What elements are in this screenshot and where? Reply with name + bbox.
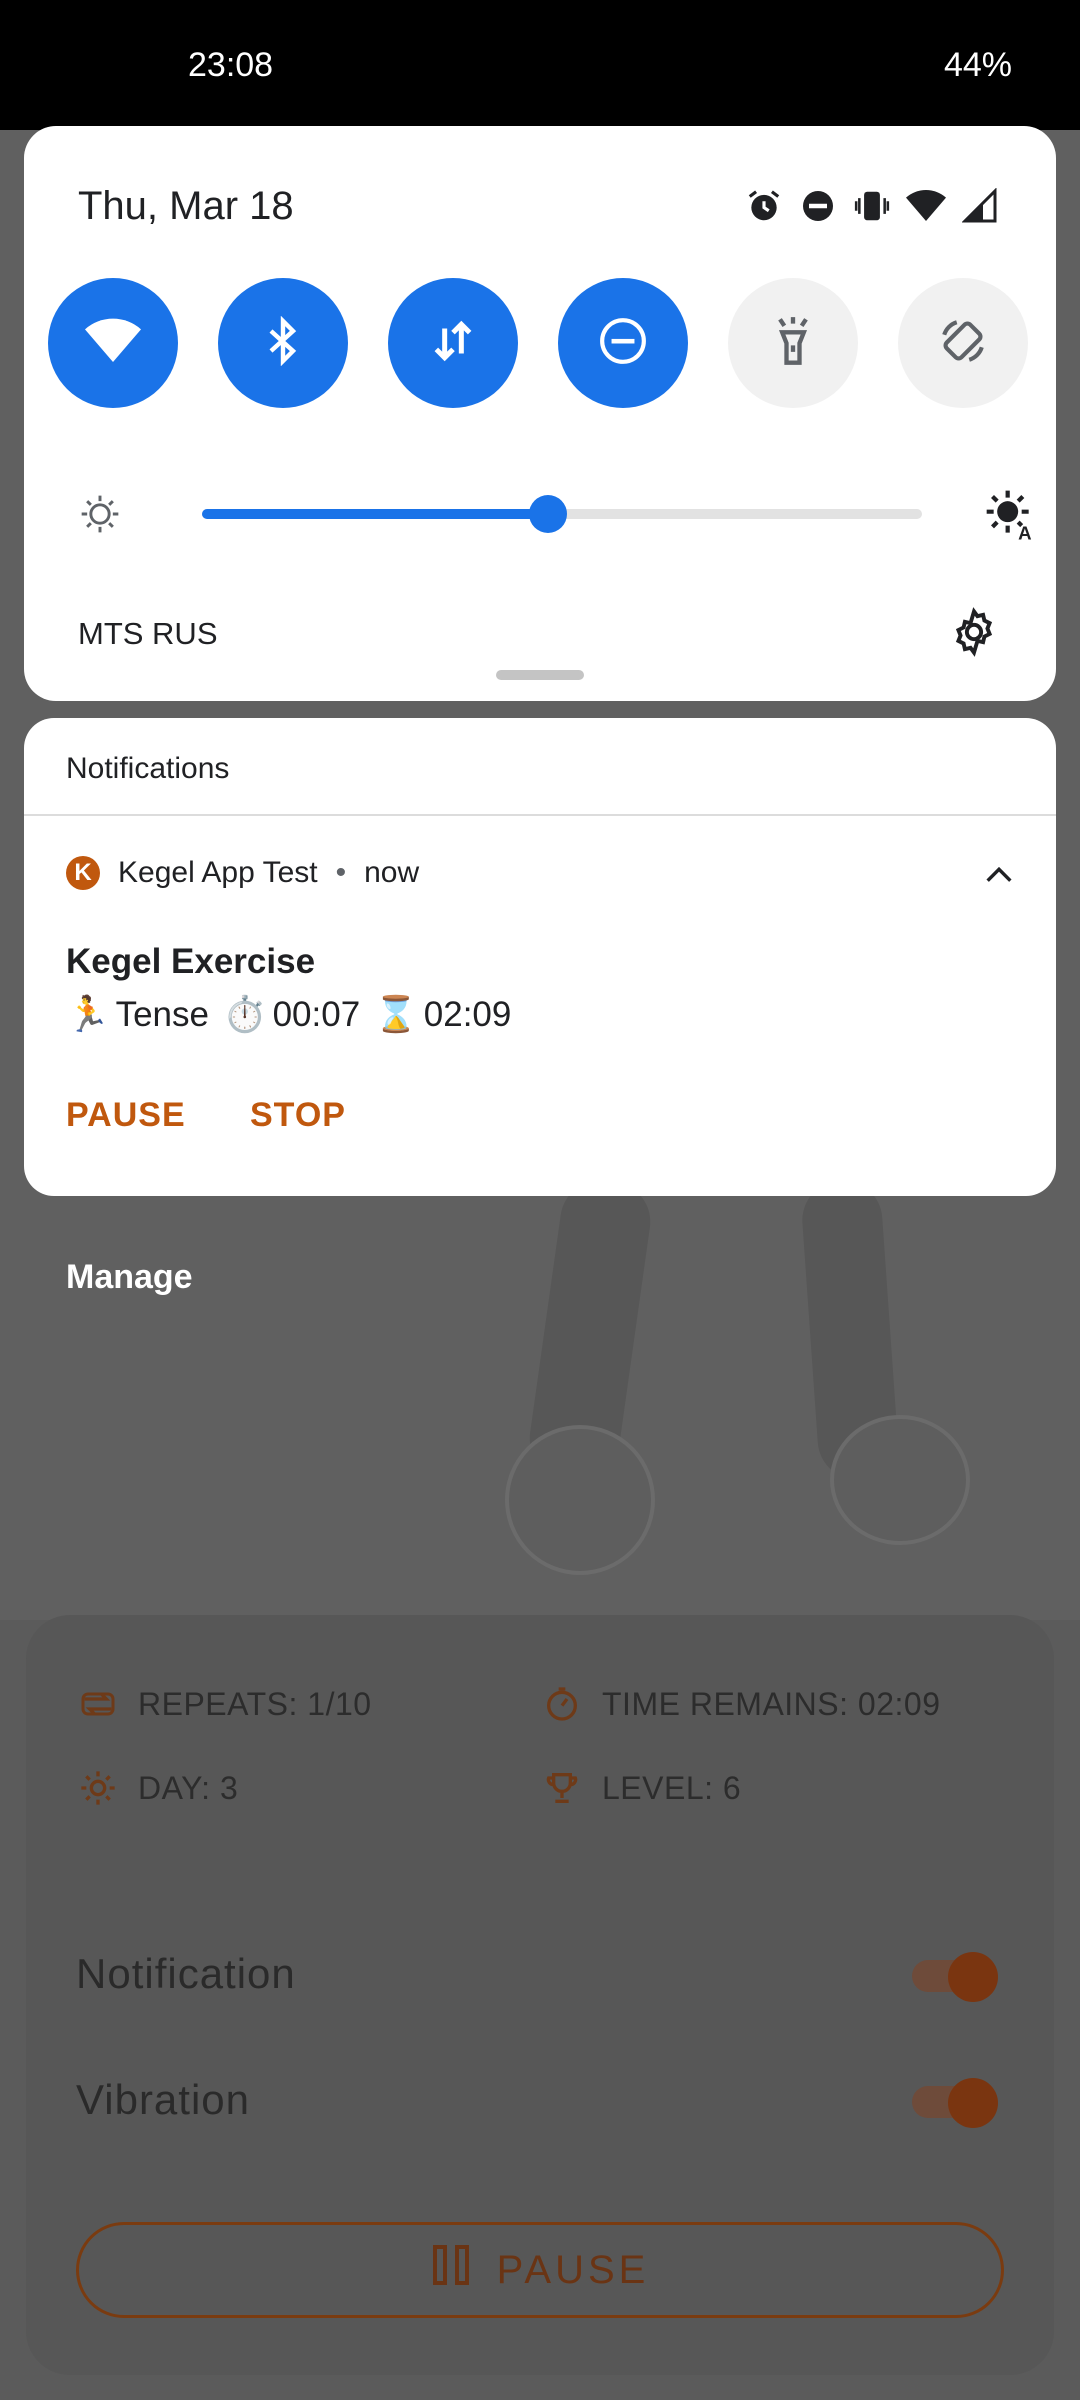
bluetooth-tile[interactable] xyxy=(218,278,348,408)
repeats-stat: REPEATS: 1/10 xyxy=(76,1682,372,1726)
sun-icon xyxy=(76,1766,120,1810)
app-name: Kegel App Test xyxy=(118,856,318,889)
brightness-control: A xyxy=(78,476,1038,552)
dnd-icon xyxy=(598,316,648,371)
notification-time: now xyxy=(364,856,420,889)
notifications-title: Notifications xyxy=(66,752,230,785)
quick-tiles xyxy=(48,278,1032,408)
svg-text:A: A xyxy=(1018,523,1031,542)
level-text: LEVEL: 6 xyxy=(602,1769,742,1806)
clock: 23:08 xyxy=(188,46,274,84)
timer-icon xyxy=(540,1682,584,1726)
status-bar: 23:08 44% xyxy=(0,0,1080,130)
flashlight-tile[interactable] xyxy=(728,278,858,408)
repeats-text: REPEATS: 1/10 xyxy=(138,1685,372,1722)
mobile-data-tile[interactable] xyxy=(388,278,518,408)
remaining-time: 02:09 xyxy=(423,994,512,1034)
notification-setting-label: Notification xyxy=(76,1950,296,1997)
level-stat: LEVEL: 6 xyxy=(540,1766,741,1810)
flashlight-icon xyxy=(771,315,815,372)
elapsed-time: 00:07 xyxy=(272,994,361,1034)
shoe-left xyxy=(505,1425,655,1575)
settings-gear-icon[interactable] xyxy=(948,606,1000,658)
date-label: Thu, Mar 18 xyxy=(78,184,294,228)
chevron-up-icon[interactable] xyxy=(982,860,1016,890)
status-icons xyxy=(744,186,1000,226)
stop-action-button[interactable]: STOP xyxy=(250,1096,346,1135)
vibrate-icon xyxy=(852,186,892,226)
background-pause-button[interactable]: PAUSE xyxy=(76,2222,1004,2318)
phase-text: Tense xyxy=(115,994,209,1034)
quick-settings-panel: Thu, Mar 18 A MTS RUS xyxy=(24,126,1056,701)
pause-icon xyxy=(431,2243,471,2297)
drag-handle[interactable] xyxy=(496,670,584,680)
battery-level: 44% xyxy=(943,46,1012,84)
wifi-icon xyxy=(906,186,946,226)
vibration-toggle[interactable] xyxy=(912,2078,1002,2128)
day-text: DAY: 3 xyxy=(138,1769,239,1806)
bluetooth-icon xyxy=(263,315,303,371)
auto-rotate-tile[interactable] xyxy=(898,278,1028,408)
time-remains-stat: TIME REMAINS: 02:09 xyxy=(540,1682,940,1726)
background-pause-label: PAUSE xyxy=(496,2247,650,2292)
manage-notifications-button[interactable]: Manage xyxy=(66,1258,193,1297)
carrier-name: MTS RUS xyxy=(78,616,218,651)
notification-app-row: K Kegel App Test • now xyxy=(66,856,419,890)
rotate-icon xyxy=(938,316,988,371)
notification-card[interactable]: K Kegel App Test • now Kegel Exercise 🏃 … xyxy=(24,816,1056,1196)
dnd-icon xyxy=(798,186,838,226)
alarm-icon xyxy=(744,186,784,226)
stopwatch-emoji: ⏱️ xyxy=(223,995,267,1034)
pause-action-button[interactable]: PAUSE xyxy=(66,1096,186,1135)
wifi-icon xyxy=(85,317,141,370)
wifi-tile[interactable] xyxy=(48,278,178,408)
separator-dot: • xyxy=(335,856,347,889)
app-icon: K xyxy=(66,856,100,890)
data-arrows-icon xyxy=(431,316,475,371)
screen: REPEATS: 1/10 TIME REMAINS: 02:09 DAY: 3… xyxy=(0,0,1080,2400)
notifications-header: Notifications xyxy=(24,718,1056,816)
repeat-icon xyxy=(76,1682,120,1726)
time-remains-text: TIME REMAINS: 02:09 xyxy=(602,1685,941,1722)
shoe-right xyxy=(830,1415,970,1545)
day-stat: DAY: 3 xyxy=(76,1766,238,1810)
dnd-tile[interactable] xyxy=(558,278,688,408)
hourglass-emoji: ⌛ xyxy=(374,995,418,1034)
runner-emoji: 🏃 xyxy=(66,995,110,1034)
vibration-setting-label: Vibration xyxy=(76,2076,251,2123)
trophy-icon xyxy=(540,1766,584,1810)
notification-title: Kegel Exercise xyxy=(66,942,316,981)
notification-body: 🏃 Tense ⏱️ 00:07 ⌛ 02:09 xyxy=(66,994,511,1035)
brightness-fill xyxy=(202,509,548,519)
auto-brightness-icon[interactable]: A xyxy=(982,486,1038,544)
brightness-thumb[interactable] xyxy=(529,495,567,533)
brightness-low-icon xyxy=(78,492,122,536)
notification-toggle[interactable] xyxy=(912,1952,1002,2002)
signal-icon xyxy=(960,186,1000,226)
